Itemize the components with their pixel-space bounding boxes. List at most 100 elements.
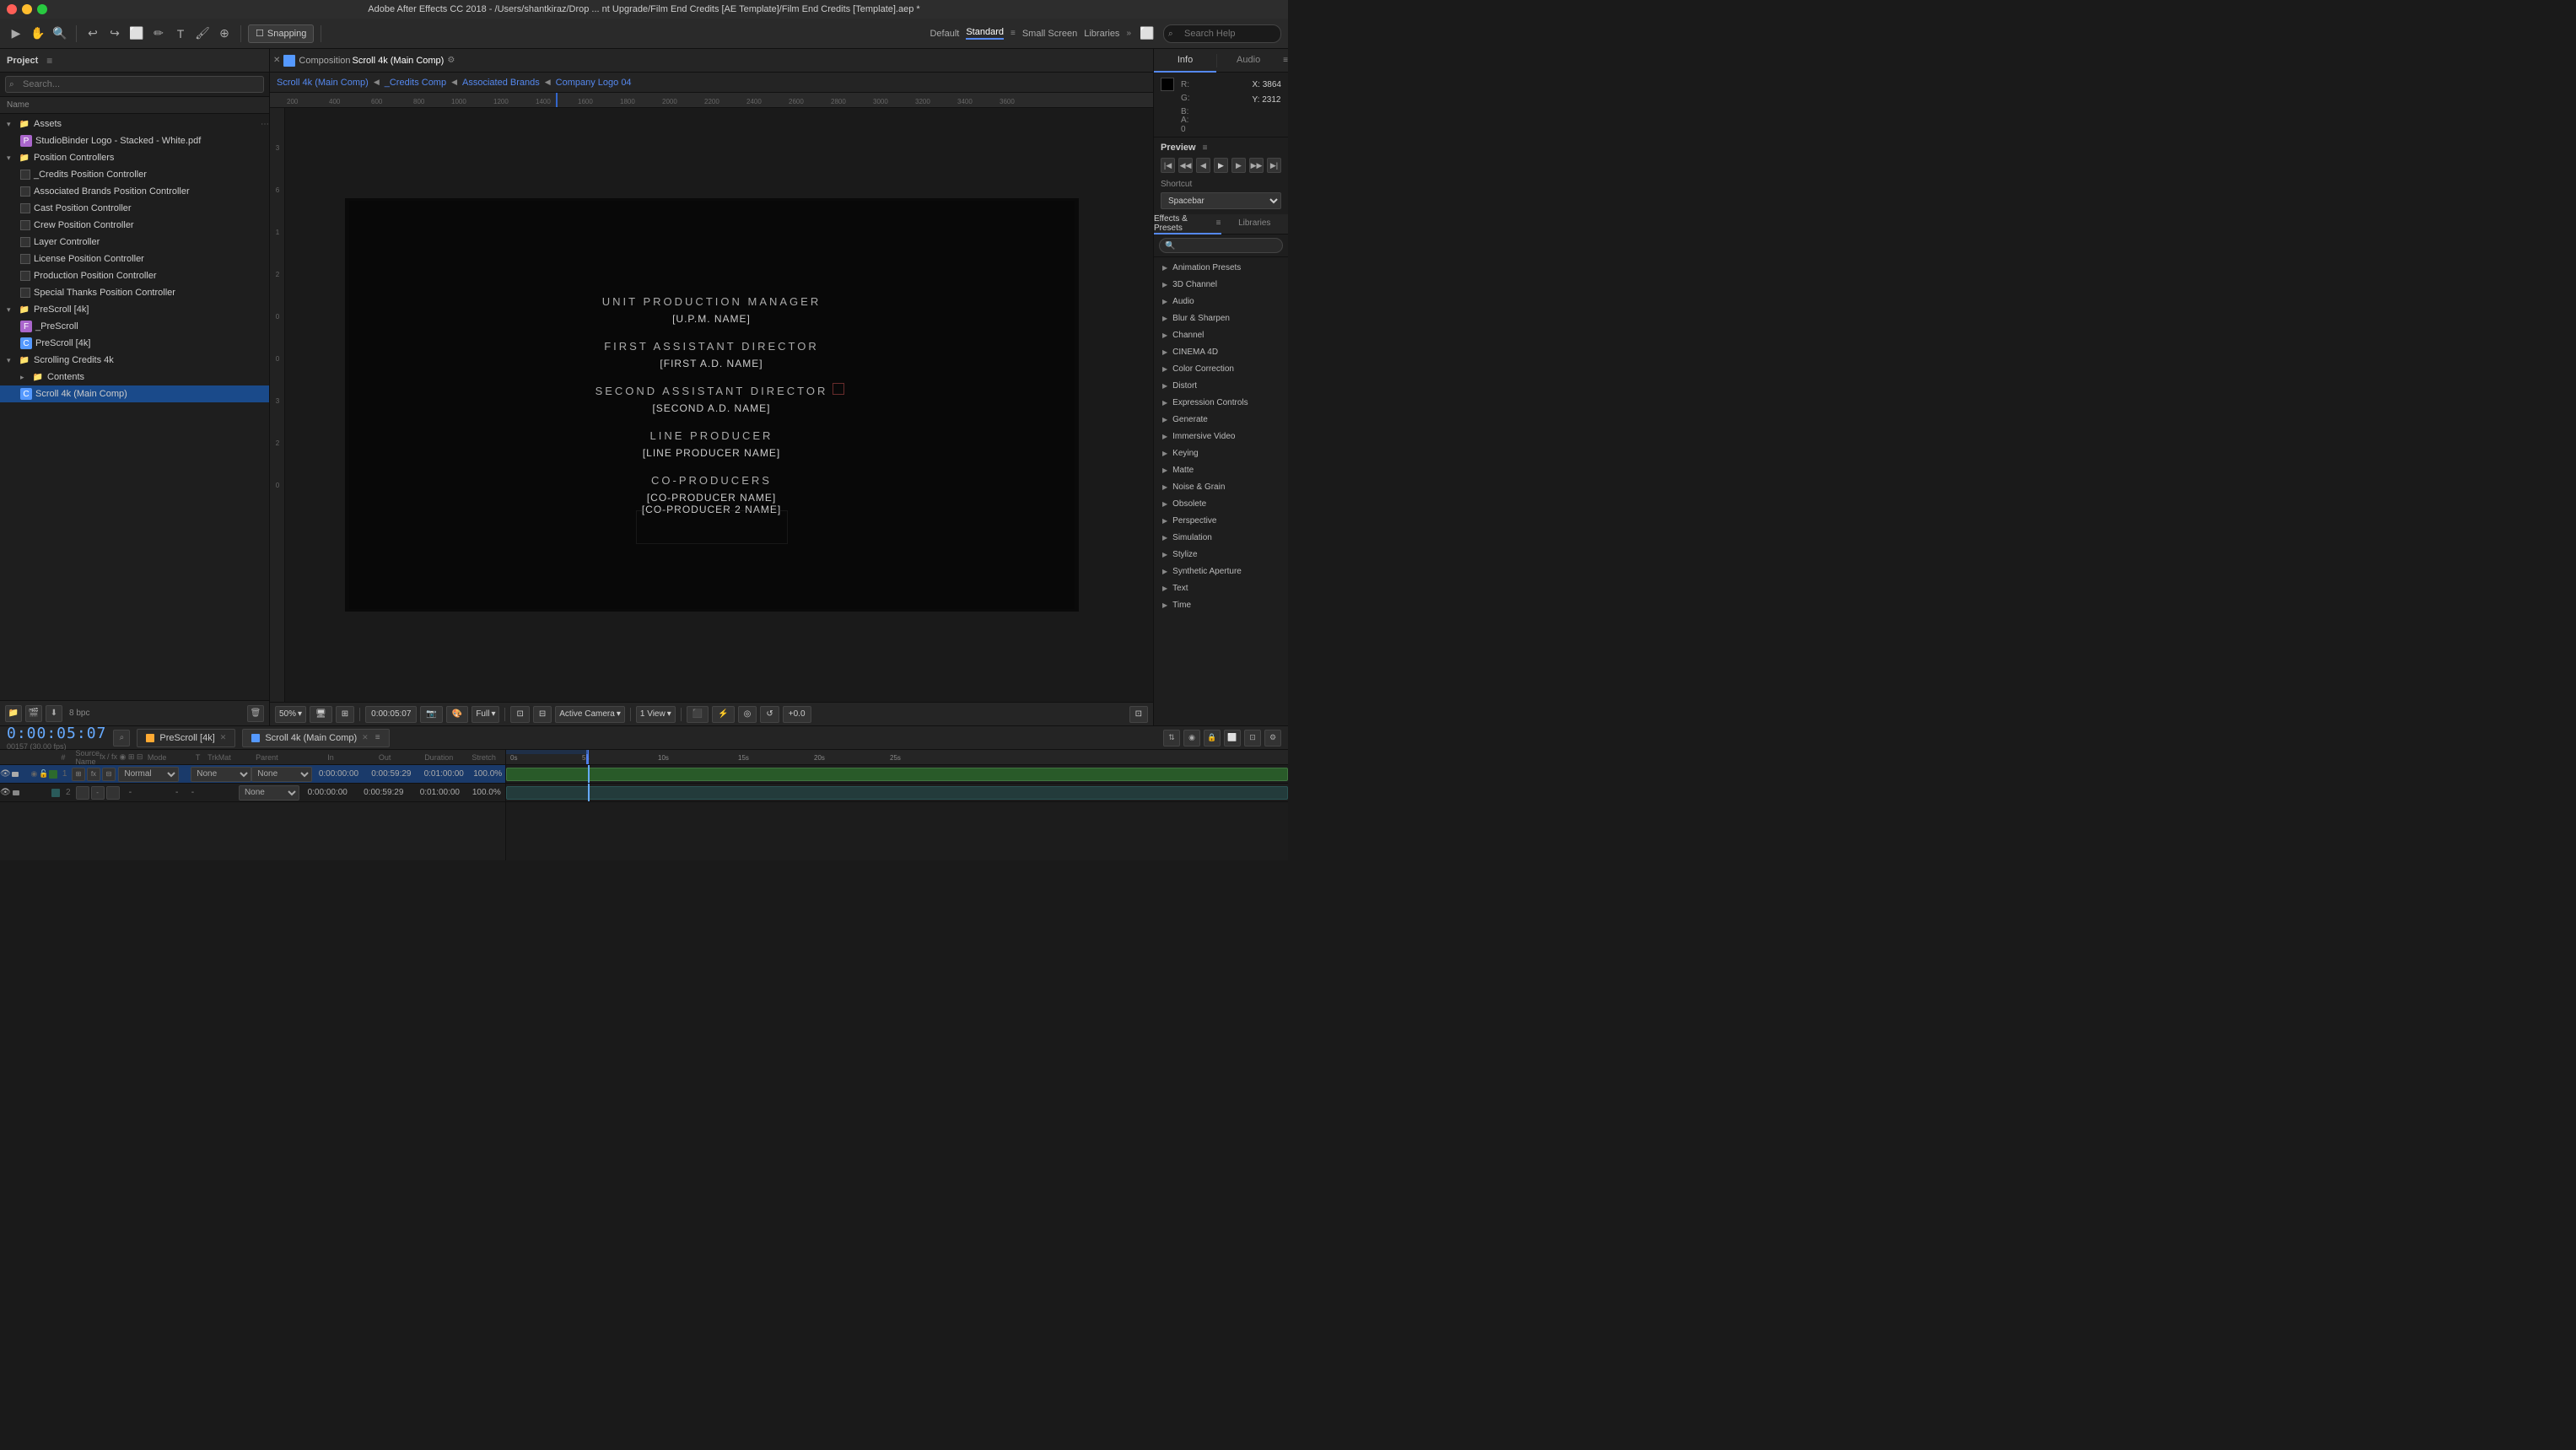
- prescroll-tab-close[interactable]: ✕: [220, 733, 227, 742]
- effect-blur-sharpen[interactable]: ▶ Blur & Sharpen: [1154, 310, 1288, 326]
- render-queue-btn[interactable]: ⬛: [687, 706, 709, 723]
- tl-collapse-expand[interactable]: ⇅: [1163, 730, 1180, 747]
- license-pos-ctrl-item[interactable]: License Position Controller: [0, 251, 269, 267]
- breadcrumb-credits-comp[interactable]: _Credits Comp: [385, 78, 446, 88]
- effect-keying[interactable]: ▶ Keying: [1154, 445, 1288, 461]
- track-1-parent-select[interactable]: None: [251, 767, 312, 782]
- track-2-parent-select[interactable]: None: [239, 785, 299, 800]
- rectangle-tool[interactable]: ⬜: [127, 24, 146, 43]
- timeline-tab-scroll4k[interactable]: Scroll 4k (Main Comp) ✕ ≡: [242, 729, 389, 747]
- special-thanks-pos-ctrl-item[interactable]: Special Thanks Position Controller: [0, 284, 269, 301]
- cast-pos-ctrl-item[interactable]: Cast Position Controller: [0, 200, 269, 217]
- text-tool[interactable]: T: [171, 24, 190, 43]
- preview-menu-icon[interactable]: ≡: [1203, 143, 1208, 153]
- effect-animation-presets[interactable]: ▶ Animation Presets: [1154, 259, 1288, 276]
- effect-3d-channel[interactable]: ▶ 3D Channel: [1154, 276, 1288, 293]
- effect-obsolete[interactable]: ▶ Obsolete: [1154, 495, 1288, 512]
- track-2[interactable]: 👁 2 C _Credits Comp - -: [0, 784, 505, 802]
- reset-btn[interactable]: ↺: [760, 706, 779, 723]
- track-1-switch-2[interactable]: fx: [87, 768, 100, 781]
- effect-cinema4d[interactable]: ▶ CINEMA 4D: [1154, 343, 1288, 360]
- prescroll-4k-comp[interactable]: C PreScroll [4k]: [0, 335, 269, 352]
- license-pos-ctrl-checkbox[interactable]: [20, 254, 30, 264]
- redo-tool[interactable]: ↪: [105, 24, 124, 43]
- preview-to-start[interactable]: |◀: [1161, 158, 1175, 173]
- layer-ctrl-item[interactable]: Layer Controller: [0, 234, 269, 251]
- assoc-brands-pos-ctrl-checkbox[interactable]: [20, 186, 30, 197]
- credits-pos-ctrl-checkbox[interactable]: [20, 170, 30, 180]
- track-1-switch-1[interactable]: ⊞: [72, 768, 85, 781]
- delete-item-btn[interactable]: 🗑: [247, 705, 264, 722]
- quality-dropdown[interactable]: Full ▾: [472, 706, 499, 723]
- color-mgmt-btn[interactable]: 🎨: [446, 706, 468, 723]
- new-folder-btn[interactable]: 📁: [5, 705, 22, 722]
- comp-tab-active-name[interactable]: Scroll 4k (Main Comp): [353, 56, 445, 66]
- studiobinder-logo-item[interactable]: P StudioBinder Logo - Stacked - White.pd…: [0, 132, 269, 149]
- snapping-button[interactable]: ☐ Snapping: [248, 24, 314, 43]
- breadcrumb-scroll-4k[interactable]: Scroll 4k (Main Comp): [277, 78, 369, 88]
- effect-distort[interactable]: ▶ Distort: [1154, 377, 1288, 394]
- libraries-tab[interactable]: Libraries: [1221, 214, 1289, 234]
- effects-search-input[interactable]: [1159, 238, 1283, 253]
- tl-solo-visibility[interactable]: ◉: [1183, 730, 1200, 747]
- preview-to-end[interactable]: ▶|: [1267, 158, 1281, 173]
- viewer-options-btn[interactable]: ⊡: [1129, 706, 1148, 723]
- prescroll-item[interactable]: F _PreScroll: [0, 318, 269, 335]
- info-tab[interactable]: Info: [1154, 49, 1216, 73]
- hand-tool[interactable]: ✋: [29, 24, 47, 43]
- preview-forward[interactable]: ▶: [1231, 158, 1246, 173]
- undo-tool[interactable]: ↩: [84, 24, 102, 43]
- info-tab-gear[interactable]: ≡: [1283, 56, 1288, 65]
- default-workspace[interactable]: Default: [930, 29, 959, 39]
- track-1-mode[interactable]: Normal: [118, 767, 179, 782]
- tl-track-1-bar[interactable]: [506, 768, 1288, 781]
- small-screen-workspace[interactable]: Small Screen: [1022, 29, 1077, 39]
- breadcrumb-assoc-brands[interactable]: Associated Brands: [462, 78, 540, 88]
- offset-display[interactable]: +0.0: [783, 706, 811, 723]
- assoc-brands-pos-ctrl-item[interactable]: Associated Brands Position Controller: [0, 183, 269, 200]
- overlay-btn[interactable]: ⊟: [533, 706, 552, 723]
- track-1-switch-3[interactable]: ⊟: [102, 768, 116, 781]
- track-1[interactable]: 👁 ◉ 🔓 1 ▶ Layer Controller fx ⊞ fx ⊟: [0, 765, 505, 784]
- timeline-tab-prescroll[interactable]: PreScroll [4k] ✕: [137, 729, 235, 747]
- track-1-eye[interactable]: 👁: [0, 765, 11, 784]
- timeline-search[interactable]: ⌕: [113, 730, 130, 747]
- effect-text[interactable]: ▶ Text: [1154, 579, 1288, 596]
- close-button[interactable]: [7, 4, 17, 14]
- track-2-eye[interactable]: 👁: [0, 784, 11, 802]
- tl-options[interactable]: ⚙: [1264, 730, 1281, 747]
- monitor-btn[interactable]: 🖥: [310, 706, 332, 723]
- zoom-dropdown[interactable]: 50% ▾: [275, 706, 306, 723]
- paintbrush-tool[interactable]: 🖌: [193, 24, 212, 43]
- pen-tool[interactable]: ✏: [149, 24, 168, 43]
- new-comp-btn[interactable]: 🎬: [25, 705, 42, 722]
- preview-back-frame[interactable]: ◀◀: [1178, 158, 1193, 173]
- effect-stylize[interactable]: ▶ Stylize: [1154, 546, 1288, 563]
- maximize-button[interactable]: [37, 4, 47, 14]
- effects-presets-tab[interactable]: Effects & Presets ≡: [1154, 214, 1221, 234]
- effect-channel[interactable]: ▶ Channel: [1154, 326, 1288, 343]
- crew-pos-ctrl-checkbox[interactable]: [20, 220, 30, 230]
- scroll-4k-main-comp[interactable]: C Scroll 4k (Main Comp): [0, 385, 269, 402]
- preview-forward-frame[interactable]: ▶▶: [1249, 158, 1264, 173]
- effect-simulation[interactable]: ▶ Simulation: [1154, 529, 1288, 546]
- comp-tab-close-icon[interactable]: ✕: [273, 56, 280, 65]
- track-1-trkmat-select[interactable]: None: [191, 767, 251, 782]
- crew-pos-ctrl-item[interactable]: Crew Position Controller: [0, 217, 269, 234]
- track-2-solo[interactable]: [30, 784, 40, 802]
- track-2-switch-1[interactable]: [76, 786, 89, 800]
- grid-btn[interactable]: ⊞: [336, 706, 354, 723]
- production-pos-ctrl-checkbox[interactable]: [20, 271, 30, 281]
- position-controllers-folder[interactable]: ▾ 📁 Position Controllers: [0, 149, 269, 166]
- preview-play[interactable]: ▶: [1214, 158, 1228, 173]
- effect-immersive-video[interactable]: ▶ Immersive Video: [1154, 428, 1288, 445]
- track-1-trkmat[interactable]: None: [191, 767, 251, 782]
- libraries-workspace[interactable]: Libraries: [1084, 29, 1119, 39]
- scroll4k-tab-close[interactable]: ✕: [362, 733, 369, 742]
- effect-color-correction[interactable]: ▶ Color Correction: [1154, 360, 1288, 377]
- monitor-icon2[interactable]: ⊡: [510, 706, 529, 723]
- tl-lock-all[interactable]: 🔒: [1204, 730, 1221, 747]
- breadcrumb-company-logo[interactable]: Company Logo 04: [556, 78, 632, 88]
- import-btn[interactable]: ⬇: [46, 705, 62, 722]
- layer-ctrl-checkbox[interactable]: [20, 237, 30, 247]
